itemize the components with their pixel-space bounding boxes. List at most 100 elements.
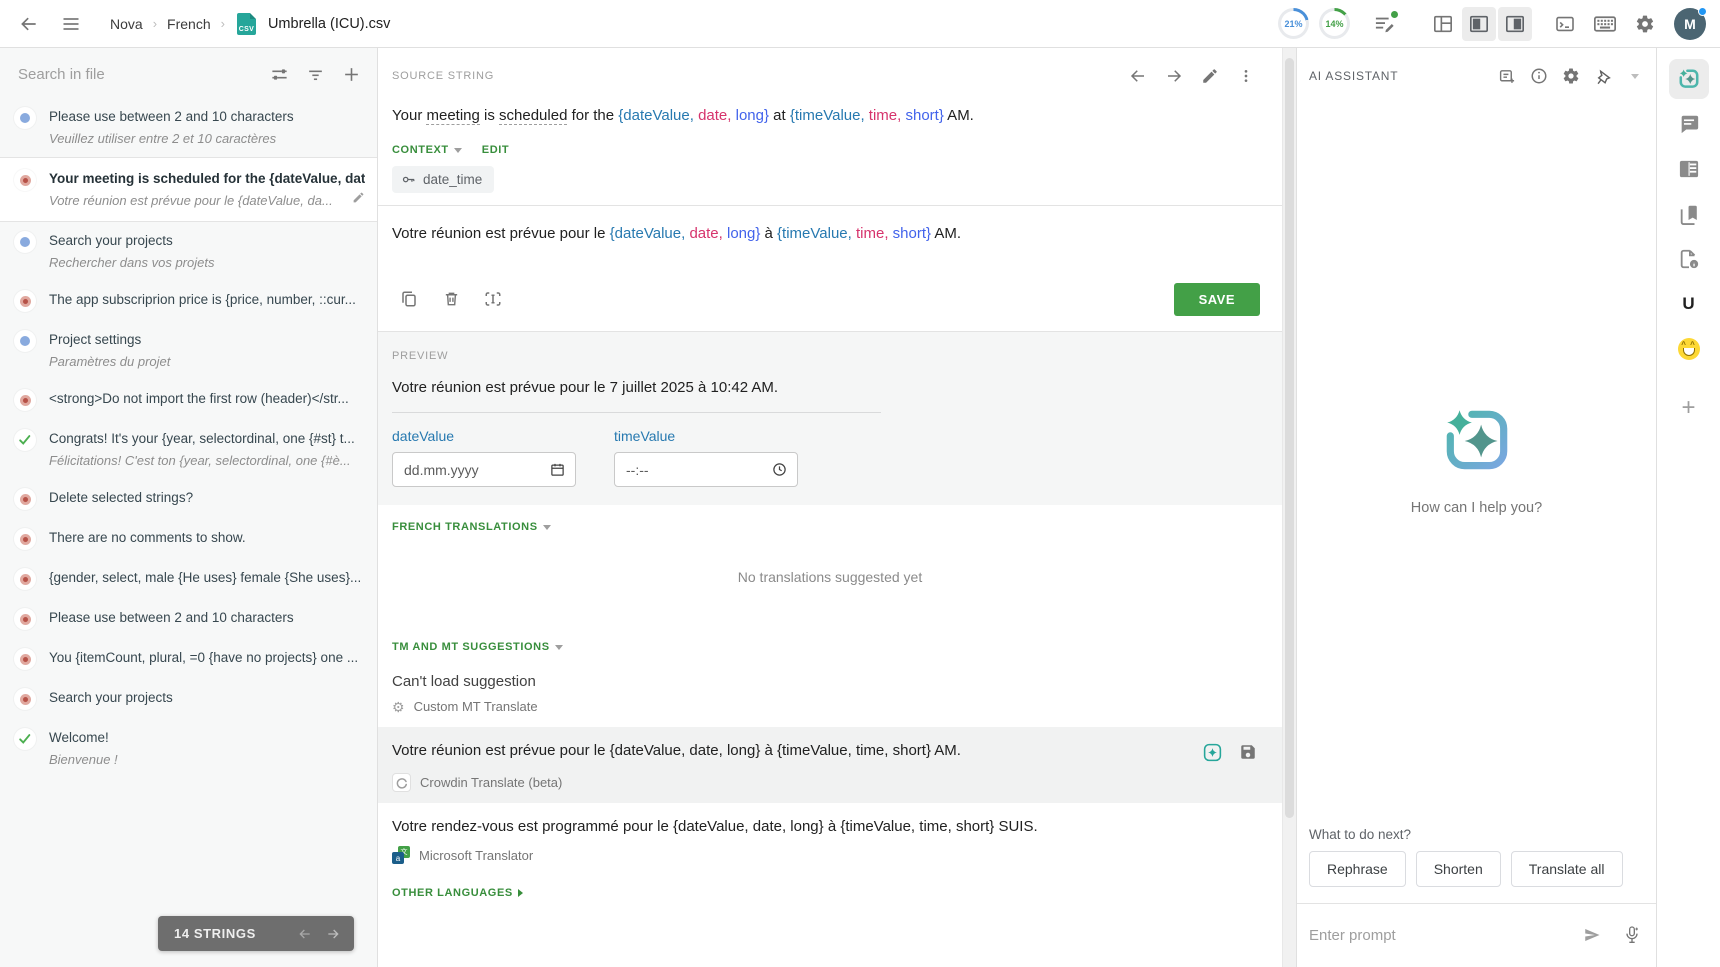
save-suggestion-icon[interactable] <box>1236 740 1260 764</box>
calendar-icon[interactable] <box>550 462 565 477</box>
string-translation-text: Veuillez utiliser entre 2 et 10 caractèr… <box>49 129 365 148</box>
text-selection-icon[interactable] <box>476 282 510 316</box>
ai-action-rephrase-button[interactable]: Rephrase <box>1309 851 1406 887</box>
tm-mt-toggle[interactable]: TM AND MT SUGGESTIONS <box>392 641 563 653</box>
translation-actions: SAVE <box>378 278 1282 331</box>
main-menu-icon[interactable] <box>54 7 88 41</box>
console-icon[interactable] <box>1548 7 1582 41</box>
advanced-filter-icon[interactable] <box>265 60 293 88</box>
prompt-input[interactable] <box>1309 927 1564 944</box>
previous-string-icon[interactable] <box>1124 64 1152 88</box>
status-red-icon <box>14 169 36 191</box>
breadcrumb-language[interactable]: French <box>167 16 211 32</box>
proofread-mode-icon[interactable] <box>1368 7 1402 41</box>
next-string-icon[interactable] <box>1160 64 1188 88</box>
status-green-icon <box>14 429 36 451</box>
suggestion-text: Votre réunion est prévue pour le {dateVa… <box>392 740 1188 761</box>
ai-action-shorten-button[interactable]: Shorten <box>1416 851 1501 887</box>
chevron-right-icon: › <box>153 16 157 31</box>
list-item[interactable]: Welcome!Bienvenue ! <box>0 719 377 778</box>
string-key-chip[interactable]: date_time <box>392 166 494 193</box>
rail-ai-assistant-icon[interactable] <box>1669 59 1709 99</box>
edit-context-button[interactable]: EDIT <box>482 144 509 156</box>
translated-progress-ring[interactable]: 21% <box>1278 8 1309 39</box>
list-item[interactable]: {gender, select, male {He uses} female {… <box>0 559 377 599</box>
sort-filter-icon[interactable] <box>301 60 329 88</box>
rail-custom-tool-u-icon[interactable]: U <box>1669 284 1709 324</box>
string-source-text: Search your projects <box>49 231 365 251</box>
rail-context-info-icon[interactable] <box>1669 149 1709 189</box>
scrollbar-thumb[interactable] <box>1285 58 1294 818</box>
layout-grid-button[interactable] <box>1426 7 1460 41</box>
clear-translation-icon[interactable] <box>434 282 468 316</box>
approved-progress-ring[interactable]: 14% <box>1319 8 1350 39</box>
list-item[interactable]: Please use between 2 and 10 charactersVe… <box>0 98 377 157</box>
ai-prompt-row <box>1297 903 1656 967</box>
list-item[interactable]: Search your projectsRechercher dans vos … <box>0 222 377 281</box>
status-blue-icon <box>14 330 36 352</box>
save-button[interactable]: SAVE <box>1174 283 1260 316</box>
list-item[interactable]: Congrats! It's your {year, selectordinal… <box>0 420 377 479</box>
clock-icon[interactable] <box>772 462 787 477</box>
breadcrumb-file-name[interactable]: Umbrella (ICU).csv <box>268 16 390 32</box>
provider-name: Microsoft Translator <box>419 848 533 863</box>
list-item[interactable]: Search your projects <box>0 679 377 719</box>
editor-scrollbar[interactable] <box>1282 48 1296 967</box>
field-label: timeValue <box>614 428 798 444</box>
rail-glossary-icon[interactable] <box>1669 194 1709 234</box>
status-blue-icon <box>14 231 36 253</box>
apply-ai-suggestion-icon[interactable] <box>1200 740 1224 764</box>
user-avatar[interactable]: M <box>1674 8 1706 40</box>
list-item[interactable]: Your meeting is scheduled for the {dateV… <box>0 157 377 222</box>
status-dot-icon <box>1390 10 1399 19</box>
list-item[interactable]: Please use between 2 and 10 characters <box>0 599 377 639</box>
context-toggle[interactable]: CONTEXT <box>392 144 462 156</box>
list-item[interactable]: You {itemCount, plural, =0 {have no proj… <box>0 639 377 679</box>
more-options-icon[interactable] <box>1232 64 1260 88</box>
list-item[interactable]: Project settingsParamètres du projet <box>0 321 377 380</box>
suggestion-provider-row: 文aMicrosoft Translator <box>392 846 1260 864</box>
breadcrumb-project[interactable]: Nova <box>110 16 143 32</box>
tm-suggestion-item[interactable]: Votre rendez-vous est programmé pour le … <box>378 803 1282 875</box>
search-input[interactable] <box>18 66 257 83</box>
keyboard-shortcuts-icon[interactable] <box>1588 7 1622 41</box>
collapse-chevron-icon[interactable] <box>1620 62 1650 90</box>
info-icon[interactable] <box>1524 62 1554 90</box>
context-row: CONTEXT EDIT <box>378 128 1282 156</box>
prev-page-icon[interactable] <box>296 926 314 942</box>
add-string-icon[interactable] <box>337 60 365 88</box>
list-item[interactable]: There are no comments to show. <box>0 519 377 559</box>
new-conversation-icon[interactable] <box>1492 62 1522 90</box>
edit-source-icon[interactable] <box>1196 64 1224 88</box>
crowdin-logo-icon <box>392 773 411 792</box>
french-translations-toggle[interactable]: FRENCH TRANSLATIONS <box>392 521 551 533</box>
rail-file-info-icon[interactable] <box>1669 239 1709 279</box>
chevron-right-icon <box>518 889 523 897</box>
edit-pencil-icon[interactable] <box>352 191 365 209</box>
copy-source-icon[interactable] <box>392 282 426 316</box>
settings-gear-icon[interactable] <box>1628 7 1662 41</box>
ai-action-translate-all-button[interactable]: Translate all <box>1511 851 1623 887</box>
list-item[interactable]: The app subscriprion price is {price, nu… <box>0 281 377 321</box>
layout-side-by-side-button[interactable] <box>1462 7 1496 41</box>
pin-icon[interactable] <box>1588 62 1618 90</box>
tm-suggestion-item[interactable]: Votre réunion est prévue pour le {dateVa… <box>378 727 1282 803</box>
next-page-icon[interactable] <box>324 926 342 942</box>
voice-input-icon[interactable] <box>1620 923 1644 947</box>
translation-input[interactable]: Votre réunion est prévue pour le {dateVa… <box>378 206 1282 278</box>
rail-comments-icon[interactable] <box>1669 104 1709 144</box>
rail-add-tool-icon[interactable]: + <box>1669 388 1709 428</box>
ai-header-actions <box>1492 62 1650 90</box>
rail-emoji-icon[interactable] <box>1669 329 1709 369</box>
list-item[interactable]: <strong>Do not import the first row (hea… <box>0 380 377 420</box>
send-prompt-icon[interactable] <box>1580 923 1604 947</box>
date-input[interactable]: dd.mm.yyyy <box>392 452 576 487</box>
list-item[interactable]: Delete selected strings? <box>0 479 377 519</box>
time-input[interactable]: --:-- <box>614 452 798 487</box>
back-button[interactable] <box>12 7 46 41</box>
layout-right-panel-button[interactable] <box>1498 7 1532 41</box>
topbar: Nova › French › CSV Umbrella (ICU).csv 2… <box>0 0 1720 48</box>
other-languages-toggle[interactable]: OTHER LANGUAGES <box>392 887 523 899</box>
workspace: Please use between 2 and 10 characters Ve… <box>0 48 1720 967</box>
ai-settings-gear-icon[interactable] <box>1556 62 1586 90</box>
